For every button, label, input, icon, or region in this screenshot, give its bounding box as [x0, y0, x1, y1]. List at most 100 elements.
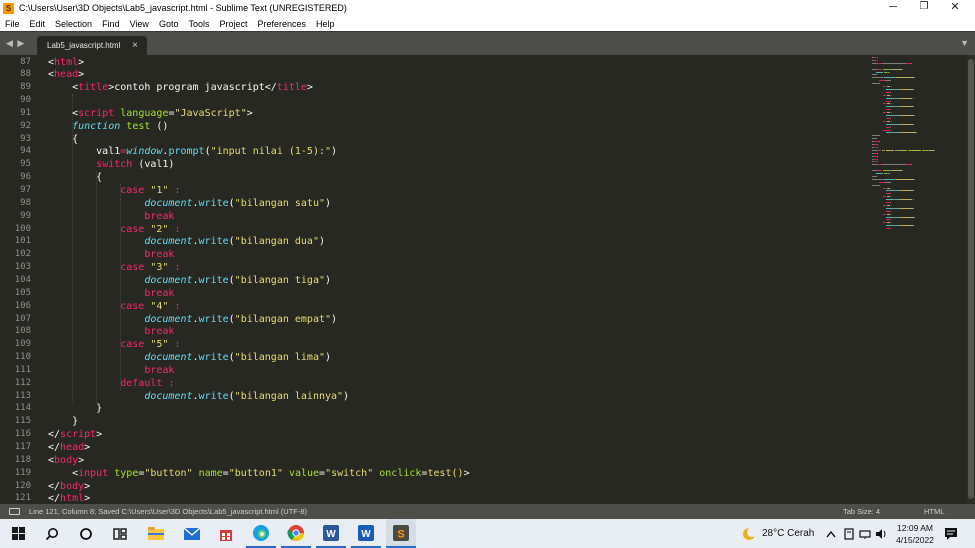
vertical-scrollbar[interactable]: [967, 55, 975, 504]
word-button-1[interactable]: W: [316, 519, 346, 548]
code-line[interactable]: }: [48, 402, 102, 415]
code-line[interactable]: document.write("bilangan satu"): [48, 197, 331, 210]
code-line[interactable]: <input type="button" name="button1" valu…: [48, 467, 470, 480]
code-line[interactable]: </head>: [48, 441, 90, 454]
store-button[interactable]: [212, 519, 240, 548]
minimap-stroke: [872, 175, 877, 177]
code-line[interactable]: document.write("bilangan lima"): [48, 351, 331, 364]
code-line[interactable]: case "2" :: [48, 223, 180, 236]
code-token: <: [48, 107, 79, 119]
code-line[interactable]: <html>: [48, 56, 84, 69]
chrome-button[interactable]: [281, 519, 311, 548]
minimap-stroke: [882, 213, 887, 215]
code-token: type: [114, 467, 139, 479]
clock[interactable]: 12:09 AM 4/15/2022: [890, 522, 940, 546]
minimize-button[interactable]: ─: [878, 0, 908, 16]
menu-preferences[interactable]: Preferences: [252, 19, 311, 29]
minimap-stroke: [887, 112, 890, 114]
file-explorer-button[interactable]: [142, 519, 170, 548]
chevron-up-icon[interactable]: [826, 530, 836, 538]
menu-edit[interactable]: Edit: [25, 19, 51, 29]
code-line[interactable]: case "1" :: [48, 184, 180, 197]
code-line[interactable]: break: [48, 325, 174, 338]
minimap-stroke: [890, 129, 891, 131]
mail-button[interactable]: [178, 519, 206, 548]
code-line[interactable]: switch (val1): [48, 158, 174, 171]
minimap-stroke: [890, 68, 902, 70]
code-line[interactable]: break: [48, 248, 174, 261]
code-line[interactable]: {: [48, 171, 102, 184]
code-line[interactable]: default :: [48, 377, 174, 390]
code-line[interactable]: function test (): [48, 120, 168, 133]
code-line[interactable]: document.write("bilangan tiga"): [48, 274, 331, 287]
weather-widget[interactable]: 28°C Cerah: [742, 519, 814, 548]
minimap-stroke: [899, 225, 914, 227]
scrollbar-thumb[interactable]: [968, 59, 974, 499]
code-line[interactable]: <title>contoh program javascript</title>: [48, 81, 313, 94]
volume-icon[interactable]: [875, 528, 887, 540]
tab-nav-arrows[interactable]: ◀ ▶: [6, 38, 25, 49]
edge-icon: [253, 524, 269, 541]
restore-button[interactable]: ❐: [909, 0, 939, 16]
start-button[interactable]: [4, 519, 32, 548]
task-view-button[interactable]: [106, 519, 134, 548]
sublime-button[interactable]: S: [386, 519, 416, 548]
minimap-stroke: [910, 62, 912, 64]
code-line[interactable]: document.write("bilangan empat"): [48, 313, 337, 326]
notification-button[interactable]: [944, 519, 958, 548]
menu-tools[interactable]: Tools: [183, 19, 214, 29]
code-token: write: [198, 390, 229, 402]
code-token: case: [120, 339, 145, 351]
minimap-stroke: [887, 86, 890, 87]
code-line[interactable]: {: [48, 133, 78, 146]
tab-lab5-javascript[interactable]: Lab5_javascript.html ×: [37, 36, 147, 56]
minimap-stroke: [886, 106, 894, 108]
edge-button[interactable]: [246, 519, 276, 548]
tab-overflow-icon[interactable]: ▼: [960, 38, 969, 48]
code-line[interactable]: break: [48, 210, 174, 223]
code-line[interactable]: <script language="JavaScript">: [48, 107, 253, 120]
code-line[interactable]: document.write("bilangan lainnya"): [48, 390, 349, 403]
code-line[interactable]: <head>: [48, 68, 84, 81]
code-line[interactable]: }: [48, 415, 78, 428]
code-line[interactable]: </script>: [48, 428, 102, 441]
menu-goto[interactable]: Goto: [154, 19, 184, 29]
syntax-indicator[interactable]: HTML: [924, 504, 944, 519]
tab-bar: ◀ ▶ Lab5_javascript.html × ▼: [0, 31, 975, 56]
code-line[interactable]: case "3" :: [48, 261, 181, 274]
menu-help[interactable]: Help: [311, 19, 340, 29]
network-icon[interactable]: [859, 528, 871, 540]
menu-project[interactable]: Project: [214, 19, 252, 29]
pen-workspace-icon[interactable]: [843, 527, 855, 540]
cortana-button[interactable]: [72, 519, 100, 548]
code-line[interactable]: <body>: [48, 454, 84, 467]
code-line[interactable]: </body>: [48, 480, 90, 493]
tab-size-indicator[interactable]: Tab Size: 4: [843, 504, 880, 519]
minimap-stroke: [886, 199, 894, 201]
line-number: 109: [14, 339, 31, 350]
code-line[interactable]: document.write("bilangan dua"): [48, 235, 325, 248]
close-window-button[interactable]: ✕: [940, 0, 970, 16]
menu-selection[interactable]: Selection: [50, 19, 97, 29]
code-editor[interactable]: 87 88 89 90 91 92 93 94 95 96 97 98 99 100 101 102 103 10…: [0, 55, 975, 504]
code-line[interactable]: </html>: [48, 492, 90, 504]
search-button[interactable]: [38, 519, 66, 548]
minimap-stroke: [882, 103, 887, 105]
code-token: :: [174, 262, 181, 274]
panel-toggle-icon[interactable]: [9, 508, 20, 515]
menu-file[interactable]: File: [0, 19, 25, 29]
tab-close-icon[interactable]: ×: [132, 36, 138, 55]
word-button-2[interactable]: W: [351, 519, 381, 548]
code-line[interactable]: break: [48, 364, 174, 377]
code-token: html: [60, 493, 85, 504]
code-line[interactable]: case "5" :: [48, 338, 180, 351]
minimap-stroke: [899, 115, 915, 116]
code-line[interactable]: case "4" :: [48, 300, 180, 313]
code-line[interactable]: break: [48, 287, 174, 300]
menu-find[interactable]: Find: [97, 19, 125, 29]
menu-view[interactable]: View: [125, 19, 154, 29]
code-token: >: [78, 69, 85, 81]
code-line[interactable]: val1=window.prompt("input nilai (1-5):"): [48, 145, 337, 158]
minimap[interactable]: [868, 55, 964, 504]
